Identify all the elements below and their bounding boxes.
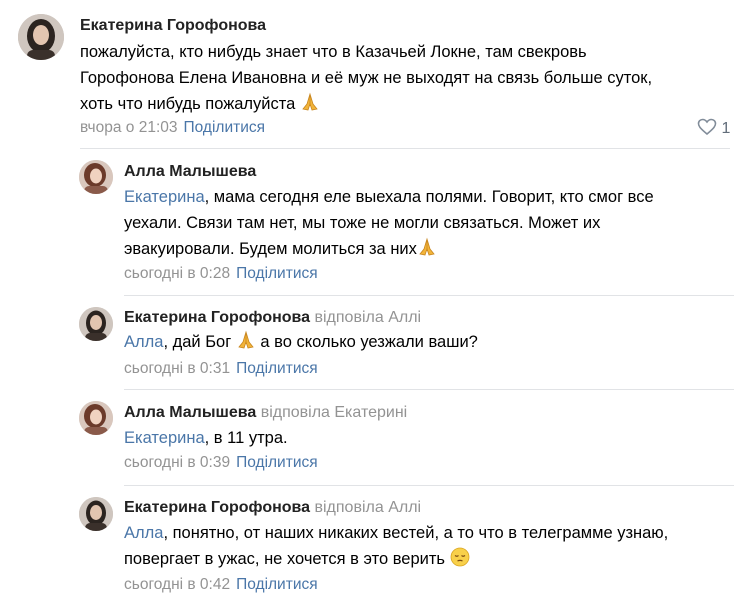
comment-meta: сьогодні в 0:42 Поділитися xyxy=(124,575,318,595)
author-line: Алла Малышева xyxy=(124,162,256,182)
avatar[interactable] xyxy=(18,14,64,60)
comment-text: Екатерина, мама сегодня еле выехала поля… xyxy=(124,184,734,265)
author-name[interactable]: Алла Малышева xyxy=(124,404,256,421)
mention-link[interactable]: Алла xyxy=(124,524,163,542)
share-link[interactable]: Поділитися xyxy=(184,119,266,136)
author-line: Екатерина Горофонова відповіла Аллі xyxy=(124,498,421,518)
author-line: Екатерина Горофонова відповіла Аллі xyxy=(124,308,421,328)
avatar-image xyxy=(79,160,113,194)
share-link[interactable]: Поділитися xyxy=(236,576,318,593)
share-link[interactable]: Поділитися xyxy=(236,454,318,471)
comment: Екатерина Горофонова пожалуйста, кто ниб… xyxy=(0,0,753,150)
avatar-image xyxy=(79,497,113,531)
like-count: 1 xyxy=(721,120,731,137)
avatar[interactable] xyxy=(79,401,113,435)
comment-meta: сьогодні в 0:28 Поділитися xyxy=(124,264,318,284)
author-line: Екатерина Горофонова xyxy=(80,16,266,36)
mention-link[interactable]: Екатерина xyxy=(124,188,205,206)
comment-text: Алла, понятно, от наших никаких вестей, … xyxy=(124,520,744,575)
author-line: Алла Малышева відповіла Екатерині xyxy=(124,403,407,423)
comment-time[interactable]: сьогодні в 0:42 xyxy=(124,576,230,593)
comment-meta: вчора о 21:03 Поділитися xyxy=(80,118,265,138)
avatar[interactable] xyxy=(79,160,113,194)
comment-time[interactable]: вчора о 21:03 xyxy=(80,119,178,136)
avatar[interactable] xyxy=(79,307,113,341)
share-link[interactable]: Поділитися xyxy=(236,360,318,377)
comment-text: Алла, дай Бог а во сколько уезжали ваши? xyxy=(124,329,734,358)
comment-meta: сьогодні в 0:31 Поділитися xyxy=(124,359,318,379)
avatar-image xyxy=(79,401,113,435)
comment-time[interactable]: сьогодні в 0:28 xyxy=(124,265,230,282)
pray-emoji xyxy=(417,237,437,265)
comment-text: Екатерина, в 11 утра. xyxy=(124,429,288,447)
comment-text: пожалуйста, кто нибудь знает что в Казач… xyxy=(80,39,740,120)
reply-comment: Екатерина Горофонова відповіла Аллі Алла… xyxy=(0,296,753,390)
reply-comment: Алла Малышева відповіла Екатерині Екатер… xyxy=(0,390,753,486)
mention-link[interactable]: Екатерина xyxy=(124,429,205,447)
mention-link[interactable]: Алла xyxy=(124,333,163,351)
avatar[interactable] xyxy=(79,497,113,531)
reply-to-link[interactable]: відповіла Аллі xyxy=(315,499,422,516)
comment-time[interactable]: сьогодні в 0:31 xyxy=(124,360,230,377)
avatar-image xyxy=(79,307,113,341)
reply-to-link[interactable]: відповіла Екатерині xyxy=(261,404,408,421)
reply-to-link[interactable]: відповіла Аллі xyxy=(315,309,422,326)
pray-emoji xyxy=(236,330,256,358)
pensive-emoji xyxy=(450,547,470,575)
comment-time[interactable]: сьогодні в 0:39 xyxy=(124,454,230,471)
author-name[interactable]: Екатерина Горофонова xyxy=(124,309,310,326)
reply-comment: Екатерина Горофонова відповіла Аллі Алла… xyxy=(0,486,753,600)
divider xyxy=(80,148,730,149)
author-name[interactable]: Екатерина Горофонова xyxy=(80,17,266,34)
avatar-image xyxy=(18,14,64,60)
heart-icon xyxy=(697,118,717,136)
author-name[interactable]: Алла Малышева xyxy=(124,163,256,180)
comment-meta: сьогодні в 0:39 Поділитися xyxy=(124,453,318,473)
author-name[interactable]: Екатерина Горофонова xyxy=(124,499,310,516)
reply-comment: Алла Малышева Екатерина, мама сегодня ел… xyxy=(0,150,753,295)
share-link[interactable]: Поділитися xyxy=(236,265,318,282)
pray-emoji xyxy=(300,92,320,120)
like-button[interactable]: 1 xyxy=(697,118,730,139)
